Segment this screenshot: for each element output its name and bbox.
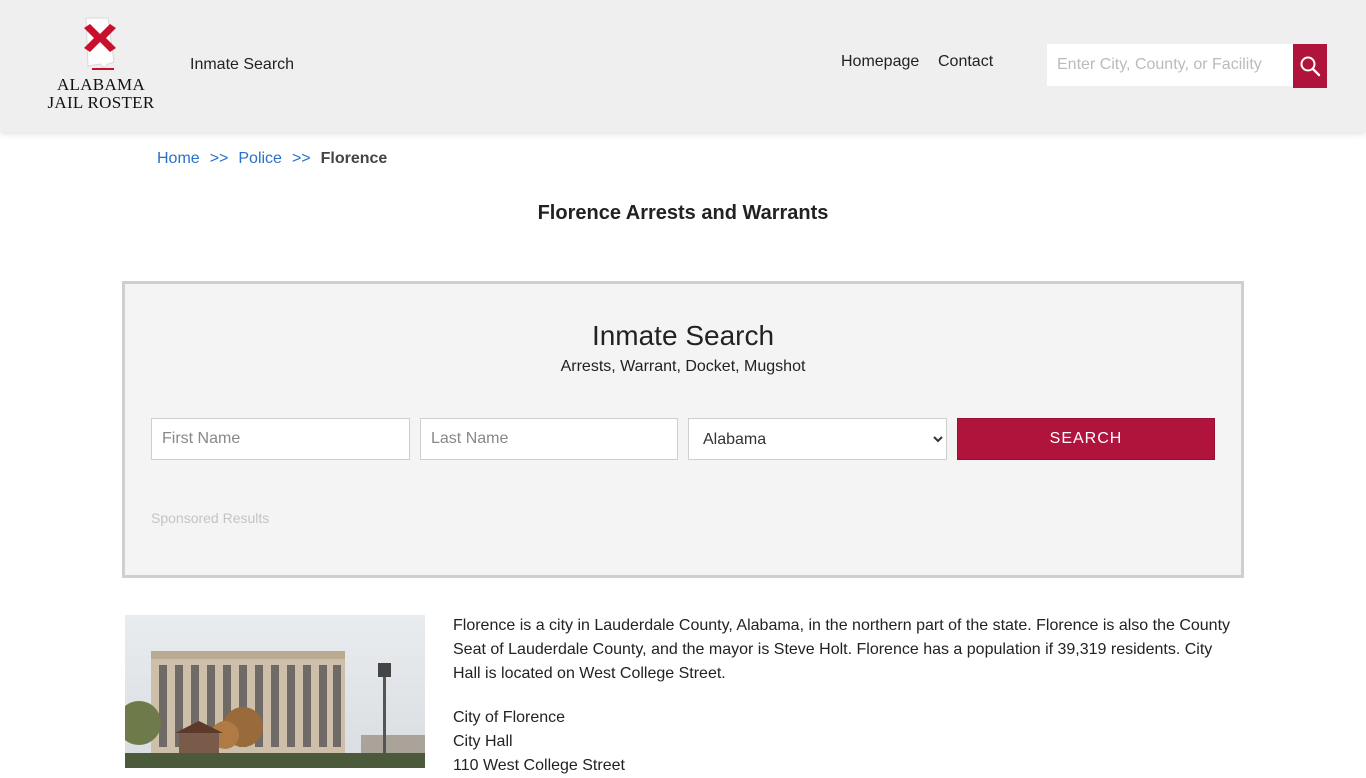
breadcrumb-home[interactable]: Home <box>157 150 200 167</box>
last-name-input[interactable] <box>420 418 678 460</box>
logo-wordmark: ALABAMA JAIL ROSTER <box>44 76 158 112</box>
address-line: City Hall <box>453 733 513 750</box>
inmate-search-button[interactable]: SEARCH <box>957 418 1215 460</box>
nav-homepage[interactable]: Homepage <box>841 53 919 71</box>
breadcrumb-separator: >> <box>209 150 229 167</box>
city-paragraph: Florence is a city in Lauderdale County,… <box>453 617 1231 682</box>
nav-inmate-search[interactable]: Inmate Search <box>190 56 294 74</box>
breadcrumb-current: Florence <box>320 150 388 167</box>
alabama-state-icon <box>84 17 116 70</box>
breadcrumb-police[interactable]: Police <box>238 150 282 167</box>
nav-contact[interactable]: Contact <box>938 53 993 71</box>
site-logo[interactable]: ALABAMA JAIL ROSTER <box>44 16 160 116</box>
city-hall-photo <box>125 615 425 768</box>
city-address: City of Florence City Hall 110 West Coll… <box>453 706 1243 778</box>
magnifier-icon <box>1300 56 1321 77</box>
logo-line-2: JAIL ROSTER <box>47 93 155 112</box>
page-title: Florence Arrests and Warrants <box>537 202 829 224</box>
inmate-search-panel: Inmate Search Arrests, Warrant, Docket, … <box>122 281 1244 578</box>
sponsored-results-label: Sponsored Results <box>151 510 270 526</box>
facility-search-input[interactable] <box>1047 44 1293 86</box>
first-name-input[interactable] <box>151 418 410 460</box>
courthouse-image <box>125 615 425 768</box>
breadcrumb: Home >> Police >> Florence <box>157 150 387 168</box>
address-line: City of Florence <box>453 709 566 726</box>
city-description: Florence is a city in Lauderdale County,… <box>453 614 1243 778</box>
state-select[interactable]: Alabama <box>688 418 947 460</box>
site-header: ALABAMA JAIL ROSTER Inmate Search Homepa… <box>0 0 1366 132</box>
panel-title: Inmate Search <box>591 320 775 351</box>
breadcrumb-separator: >> <box>291 150 311 167</box>
address-line: 110 West College Street <box>453 757 625 774</box>
facility-search-button[interactable] <box>1293 44 1327 88</box>
panel-subtitle: Arrests, Warrant, Docket, Mugshot <box>560 358 806 375</box>
logo-line-1: ALABAMA <box>56 75 146 94</box>
